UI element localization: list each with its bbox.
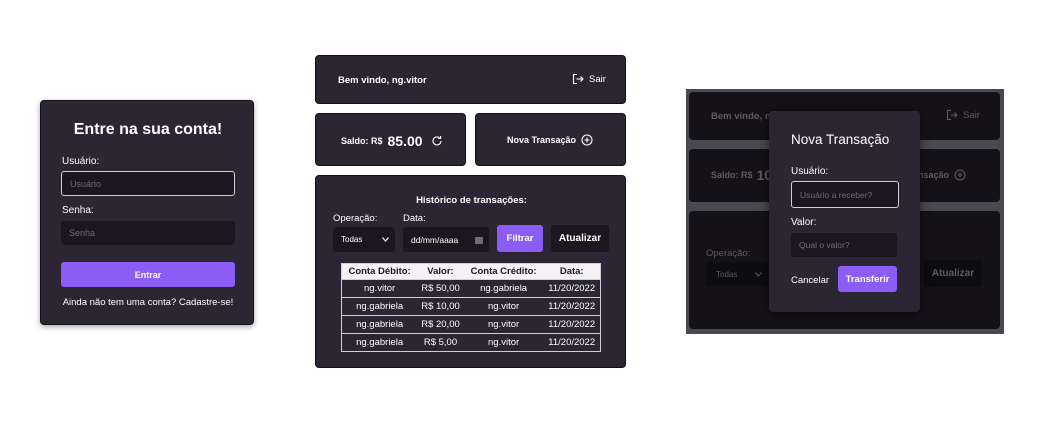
cell-value: R$ 20,00: [417, 314, 464, 333]
header-value: Valor:: [417, 264, 464, 279]
calendar-icon[interactable]: [475, 236, 483, 244]
login-pass-placeholder: Senha: [69, 228, 96, 238]
date-input[interactable]: dd/mm/aaaa: [403, 227, 489, 252]
date-placeholder: dd/mm/aaaa: [411, 234, 459, 245]
balance-value: 85.00: [387, 133, 423, 149]
cell-debit: ng.vitor: [342, 278, 418, 297]
filter-button[interactable]: Filtrar: [497, 225, 543, 252]
new-transaction-modal: Nova Transação Usuário: Usuário a recebe…: [769, 111, 920, 312]
login-submit-button[interactable]: Entrar: [61, 262, 235, 287]
modal-transfer-button[interactable]: Transferir: [838, 266, 897, 292]
login-card: Entre na sua conta! Usuário: Usuário Sen…: [40, 100, 254, 325]
bg-chevron-down-icon: [755, 271, 762, 277]
logout-button[interactable]: Sair: [572, 73, 606, 85]
cell-value: R$ 5,00: [417, 332, 464, 351]
bg-balance-label: Saldo: R$: [711, 170, 753, 180]
history-title: Histórico de transações:: [416, 195, 527, 206]
modal-user-input[interactable]: Usuário a receber?: [791, 181, 899, 208]
cell-credit: ng.vitor: [463, 296, 544, 315]
login-user-input[interactable]: Usuário: [61, 171, 235, 196]
balance-label: Saldo: R$: [341, 136, 383, 146]
new-transaction-button[interactable]: Nova Transação: [475, 113, 626, 166]
history-card: Histórico de transações: Operação: Todas…: [315, 175, 626, 368]
bg-logout: Sair: [946, 109, 980, 121]
bg-new-tx: nsação: [918, 169, 966, 181]
bg-welcome: Bem vindo, ng: [711, 111, 777, 122]
modal-cancel-button[interactable]: Cancelar: [791, 275, 829, 286]
header-debit: Conta Débito:: [342, 264, 418, 279]
modal-value-input[interactable]: Qual o valor?: [791, 233, 897, 257]
bg-logout-icon: [946, 109, 958, 121]
logout-label: Sair: [589, 73, 606, 85]
cell-value: R$ 10,00: [417, 296, 464, 315]
modal-user-label: Usuário:: [791, 166, 829, 177]
table-row: ng.gabriela R$ 5,00 ng.vitor 11/20/2022: [342, 332, 600, 351]
bg-new-tx-label: nsação: [918, 170, 950, 180]
modal-value-label: Valor:: [791, 217, 817, 228]
cell-date: 11/20/2022: [543, 332, 600, 351]
modal-screen: Bem vindo, ng Sair Saldo: R$ 10 nsação O…: [686, 89, 1004, 334]
date-label: Data:: [403, 213, 426, 224]
cell-value: R$ 50,00: [417, 278, 464, 297]
bg-refresh-button: Atualizar: [924, 260, 982, 287]
table-row: ng.gabriela R$ 10,00 ng.vitor 11/20/2022: [342, 296, 600, 315]
cell-debit: ng.gabriela: [342, 296, 418, 315]
refresh-icon[interactable]: [431, 135, 443, 147]
table-row: ng.vitor R$ 50,00 ng.gabriela 11/20/2022: [342, 278, 600, 297]
new-transaction-label: Nova Transação: [507, 135, 577, 145]
header-date: Data:: [543, 264, 600, 279]
bg-operation-select: Todas: [706, 262, 768, 286]
login-user-placeholder: Usuário: [70, 178, 102, 189]
balance-card: Saldo: R$ 85.00: [315, 113, 466, 166]
login-pass-label: Senha:: [62, 205, 94, 216]
modal-user-placeholder: Usuário a receber?: [800, 189, 873, 200]
operation-select[interactable]: Todas: [333, 227, 395, 252]
new-transaction-row: Nova Transação: [507, 134, 593, 146]
table-header-row: Conta Débito: Valor: Conta Crédito: Data…: [342, 264, 600, 279]
table-row: ng.gabriela R$ 20,00 ng.vitor 11/20/2022: [342, 314, 600, 333]
cell-credit: ng.vitor: [463, 332, 544, 351]
cell-date: 11/20/2022: [543, 314, 600, 333]
login-title: Entre na sua conta!: [73, 121, 223, 138]
cell-credit: ng.vitor: [463, 314, 544, 333]
bg-plus-circle-icon: [954, 169, 966, 181]
modal-title: Nova Transação: [791, 132, 890, 147]
refresh-button[interactable]: Atualizar: [551, 225, 609, 252]
modal-value-placeholder: Qual o valor?: [799, 240, 850, 250]
header-credit: Conta Crédito:: [463, 264, 544, 279]
bg-logout-label: Sair: [963, 109, 980, 121]
cell-date: 11/20/2022: [543, 278, 600, 297]
bg-balance-row: Saldo: R$ 10: [711, 167, 772, 183]
cell-debit: ng.gabriela: [342, 314, 418, 333]
balance-row: Saldo: R$ 85.00: [341, 133, 443, 149]
bg-operation-label: Operação:: [706, 248, 751, 259]
dashboard-header: Bem vindo, ng.vitor Sair: [315, 55, 626, 104]
welcome-text: Bem vindo, ng.vitor: [338, 75, 427, 86]
bg-operation-selected: Todas: [716, 269, 738, 279]
login-pass-input[interactable]: Senha: [61, 221, 235, 245]
operation-label: Operação:: [333, 213, 378, 224]
transactions-table: Conta Débito: Valor: Conta Crédito: Data…: [341, 263, 601, 352]
signup-link[interactable]: Ainda não tem uma conta? Cadastre-se!: [41, 297, 255, 308]
cell-credit: ng.gabriela: [463, 278, 544, 297]
logout-icon: [572, 73, 584, 85]
chevron-down-icon: [382, 237, 389, 242]
plus-circle-icon: [581, 134, 593, 146]
operation-selected: Todas: [341, 235, 363, 244]
cell-date: 11/20/2022: [543, 296, 600, 315]
login-user-label: Usuário:: [62, 156, 100, 167]
cell-debit: ng.gabriela: [342, 332, 418, 351]
